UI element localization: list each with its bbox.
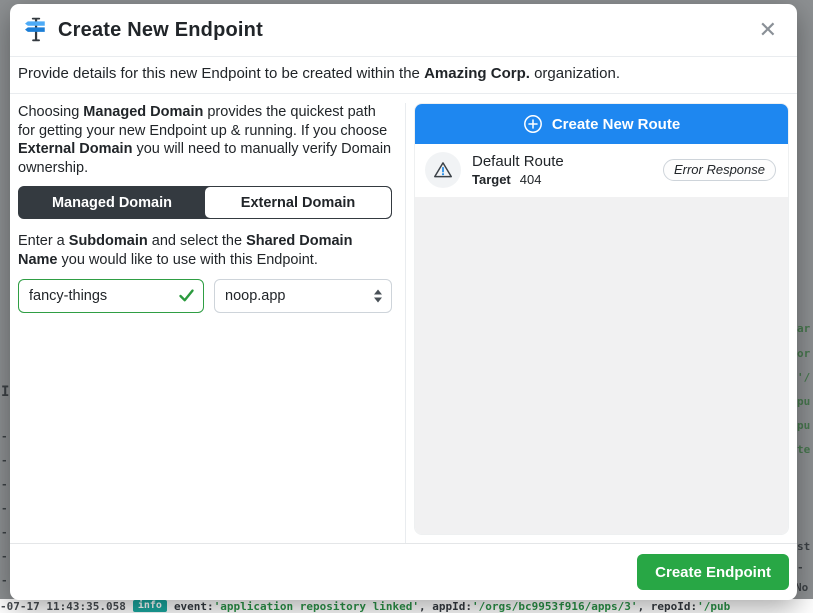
- terminal-text-fragment: I: [1, 384, 9, 400]
- routes-empty-area: [415, 197, 788, 534]
- route-row-default[interactable]: Default Route Target 404 Error Response: [415, 144, 788, 197]
- plus-circle-icon: [523, 114, 543, 134]
- endpoint-signpost-icon: [22, 16, 50, 44]
- route-name: Default Route: [472, 153, 564, 170]
- log-level-badge: info: [133, 600, 167, 612]
- domain-config-panel: Choosing Managed Domain provides the qui…: [18, 103, 406, 543]
- route-texts: Default Route Target 404: [472, 153, 564, 187]
- subdomain-input[interactable]: [18, 279, 204, 313]
- routes-panel: Create New Route Default Route Target 404: [414, 103, 789, 535]
- warning-triangle-icon: [432, 159, 454, 181]
- close-button[interactable]: ✕: [755, 17, 781, 43]
- subdomain-help-text: Enter a Subdomain and select the Shared …: [18, 232, 392, 269]
- terminal-text-fragment: -: [1, 550, 8, 563]
- modal-footer: Create Endpoint: [10, 543, 797, 600]
- terminal-text-fragment: -: [1, 526, 8, 539]
- create-new-route-label: Create New Route: [552, 116, 680, 133]
- modal-header: Create New Endpoint ✕: [10, 4, 797, 57]
- terminal-text-fragment: -: [1, 430, 8, 443]
- terminal-text-fragment: pu: [797, 395, 810, 408]
- route-target-value: 404: [520, 172, 542, 187]
- shared-domain-select-wrap: noop.app: [214, 279, 392, 313]
- log-token: '/pub: [697, 600, 730, 613]
- org-name: Amazing Corp.: [424, 65, 530, 82]
- log-token: , appId:: [419, 600, 472, 613]
- terminal-text-fragment: te: [797, 443, 810, 456]
- route-warning-icon-circle: [425, 152, 461, 188]
- terminal-text-fragment: pu: [797, 419, 810, 432]
- modal-intro: Provide details for this new Endpoint to…: [10, 57, 797, 94]
- create-new-route-button[interactable]: Create New Route: [415, 104, 788, 144]
- terminal-text-fragment: -: [797, 561, 804, 574]
- terminal-text-fragment: -: [1, 478, 8, 491]
- log-timestamp: -07-17 11:43:35.058: [0, 600, 126, 613]
- log-token: , repoId:: [638, 600, 698, 613]
- intro-text: Provide details for this new Endpoint to…: [18, 65, 424, 82]
- subdomain-input-wrap: [18, 279, 204, 313]
- create-endpoint-button[interactable]: Create Endpoint: [637, 554, 789, 590]
- terminal-text-fragment: or: [797, 347, 810, 360]
- shared-domain-select[interactable]: noop.app: [214, 279, 392, 313]
- log-token: '/orgs/bc9953f916/apps/3': [472, 600, 638, 613]
- tab-external-domain[interactable]: External Domain: [205, 187, 391, 218]
- terminal-log-line: -07-17 11:43:35.058 info event: 'applica…: [0, 599, 813, 613]
- terminal-text-fragment: ar: [797, 322, 810, 335]
- intro-text: organization.: [530, 65, 620, 82]
- modal-body: Choosing Managed Domain provides the qui…: [10, 94, 797, 543]
- valid-check-icon: [178, 287, 195, 304]
- terminal-text-fragment: st: [797, 540, 810, 553]
- route-type-badge: Error Response: [663, 159, 776, 181]
- subdomain-field-row: noop.app: [18, 279, 392, 313]
- terminal-text-fragment: '/: [797, 371, 810, 384]
- terminal-text-fragment: -: [1, 454, 8, 467]
- route-target-label: Target: [472, 172, 511, 187]
- domain-type-tabs: Managed Domain External Domain: [18, 186, 392, 219]
- log-token: 'application repository linked': [214, 600, 419, 613]
- modal-title: Create New Endpoint: [58, 19, 263, 42]
- terminal-text-fragment: -: [1, 502, 8, 515]
- route-target: Target 404: [472, 172, 564, 187]
- create-endpoint-modal: Create New Endpoint ✕ Provide details fo…: [10, 4, 797, 600]
- domain-help-text: Choosing Managed Domain provides the qui…: [18, 103, 392, 177]
- terminal-text-fragment: -: [1, 574, 8, 587]
- tab-managed-domain[interactable]: Managed Domain: [19, 187, 205, 218]
- log-token: event:: [174, 600, 214, 613]
